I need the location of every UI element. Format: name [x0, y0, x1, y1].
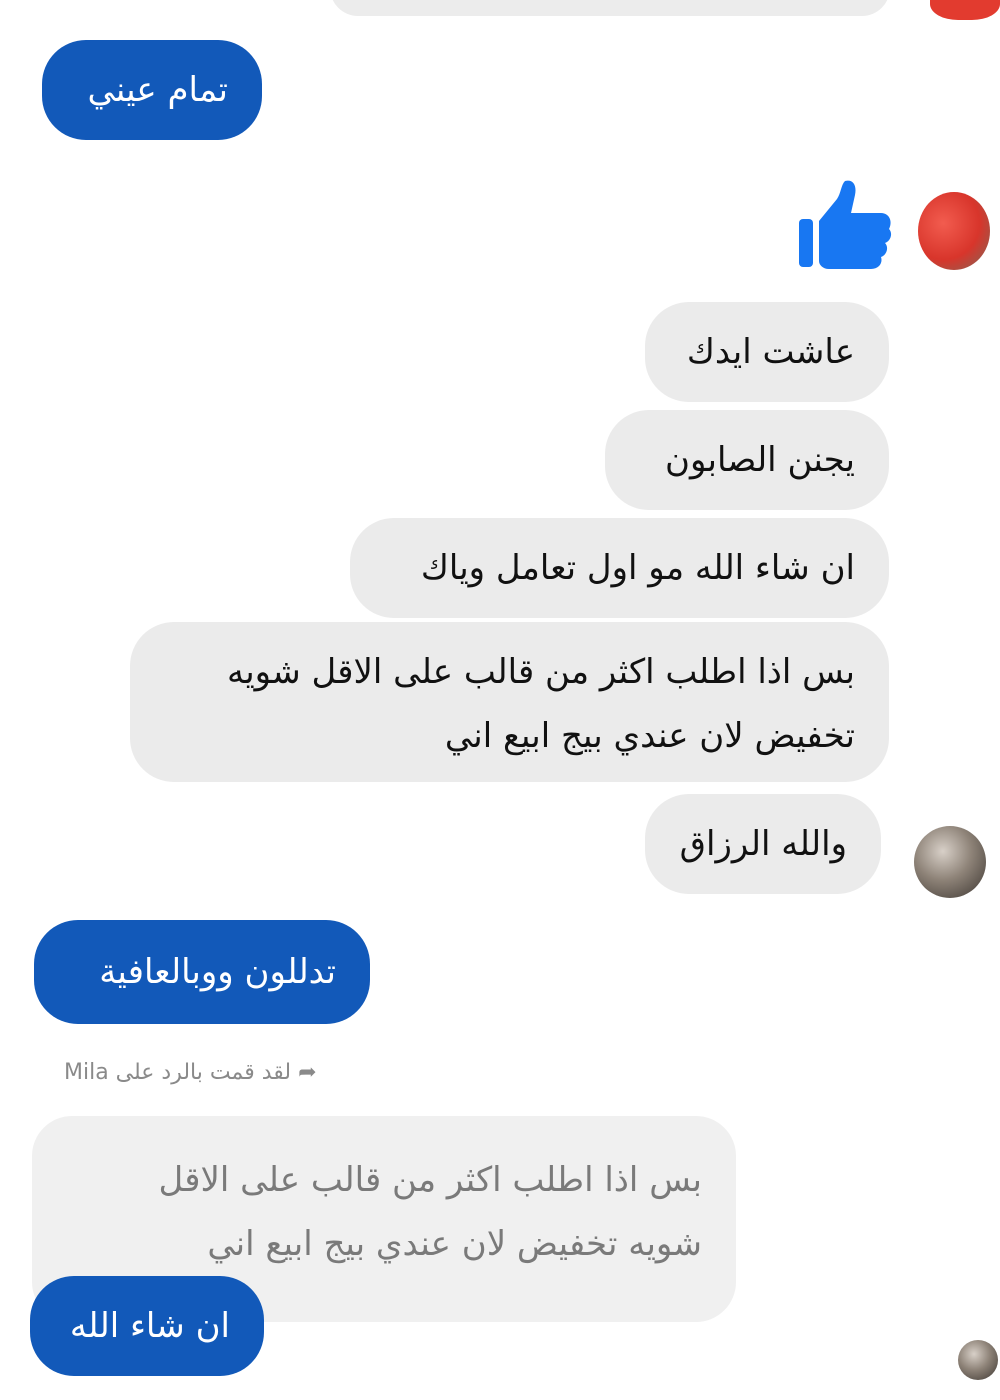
reply-arrow-icon: ➦: [298, 1060, 317, 1085]
message-text: عاشت ايدك: [686, 332, 855, 372]
partial-message-bubble: [330, 0, 890, 16]
received-message[interactable]: بس اذا اطلب اكثر من قالب على الاقل شويه …: [130, 622, 889, 782]
reaction-avatar: [930, 0, 1000, 20]
reply-indicator-text: لقد قمت بالرد على Mila: [64, 1060, 292, 1085]
received-message[interactable]: ان شاء الله مو اول تعامل وياك: [350, 518, 889, 618]
chat-thread: تمام عيني عاشت ايدك يجنن الصابون ان شاء …: [0, 0, 1000, 1400]
reply-indicator: ➦ لقد قمت بالرد على Mila: [64, 1060, 394, 1085]
message-text: ان شاء الله: [69, 1306, 230, 1346]
contact-avatar[interactable]: [914, 826, 986, 898]
received-message[interactable]: يجنن الصابون: [605, 410, 889, 510]
message-text: يجنن الصابون: [664, 440, 855, 480]
sent-message[interactable]: ان شاء الله: [30, 1276, 264, 1376]
sent-message[interactable]: تمام عيني: [42, 40, 262, 140]
message-text: تدللون ووبالعافية: [99, 952, 336, 992]
message-text-line: تخفيض لان عندي بيج ابيع اني: [444, 716, 855, 756]
contact-avatar[interactable]: [918, 192, 990, 270]
message-text: ان شاء الله مو اول تعامل وياك: [420, 548, 855, 588]
quoted-text-line: بس اذا اطلب اكثر من قالب على الاقل: [158, 1160, 702, 1200]
like-icon: [795, 175, 895, 275]
received-message[interactable]: والله الرزاق: [645, 794, 881, 894]
sent-message[interactable]: تدللون ووبالعافية: [34, 920, 370, 1024]
seen-avatar: [958, 1340, 998, 1380]
message-text: والله الرزاق: [679, 824, 847, 864]
message-text: تمام عيني: [87, 70, 228, 110]
quoted-text-line: شويه تخفيض لان عندي بيج ابيع اني: [207, 1224, 702, 1264]
received-message[interactable]: عاشت ايدك: [645, 302, 889, 402]
message-text-line: بس اذا اطلب اكثر من قالب على الاقل شويه: [226, 652, 855, 692]
